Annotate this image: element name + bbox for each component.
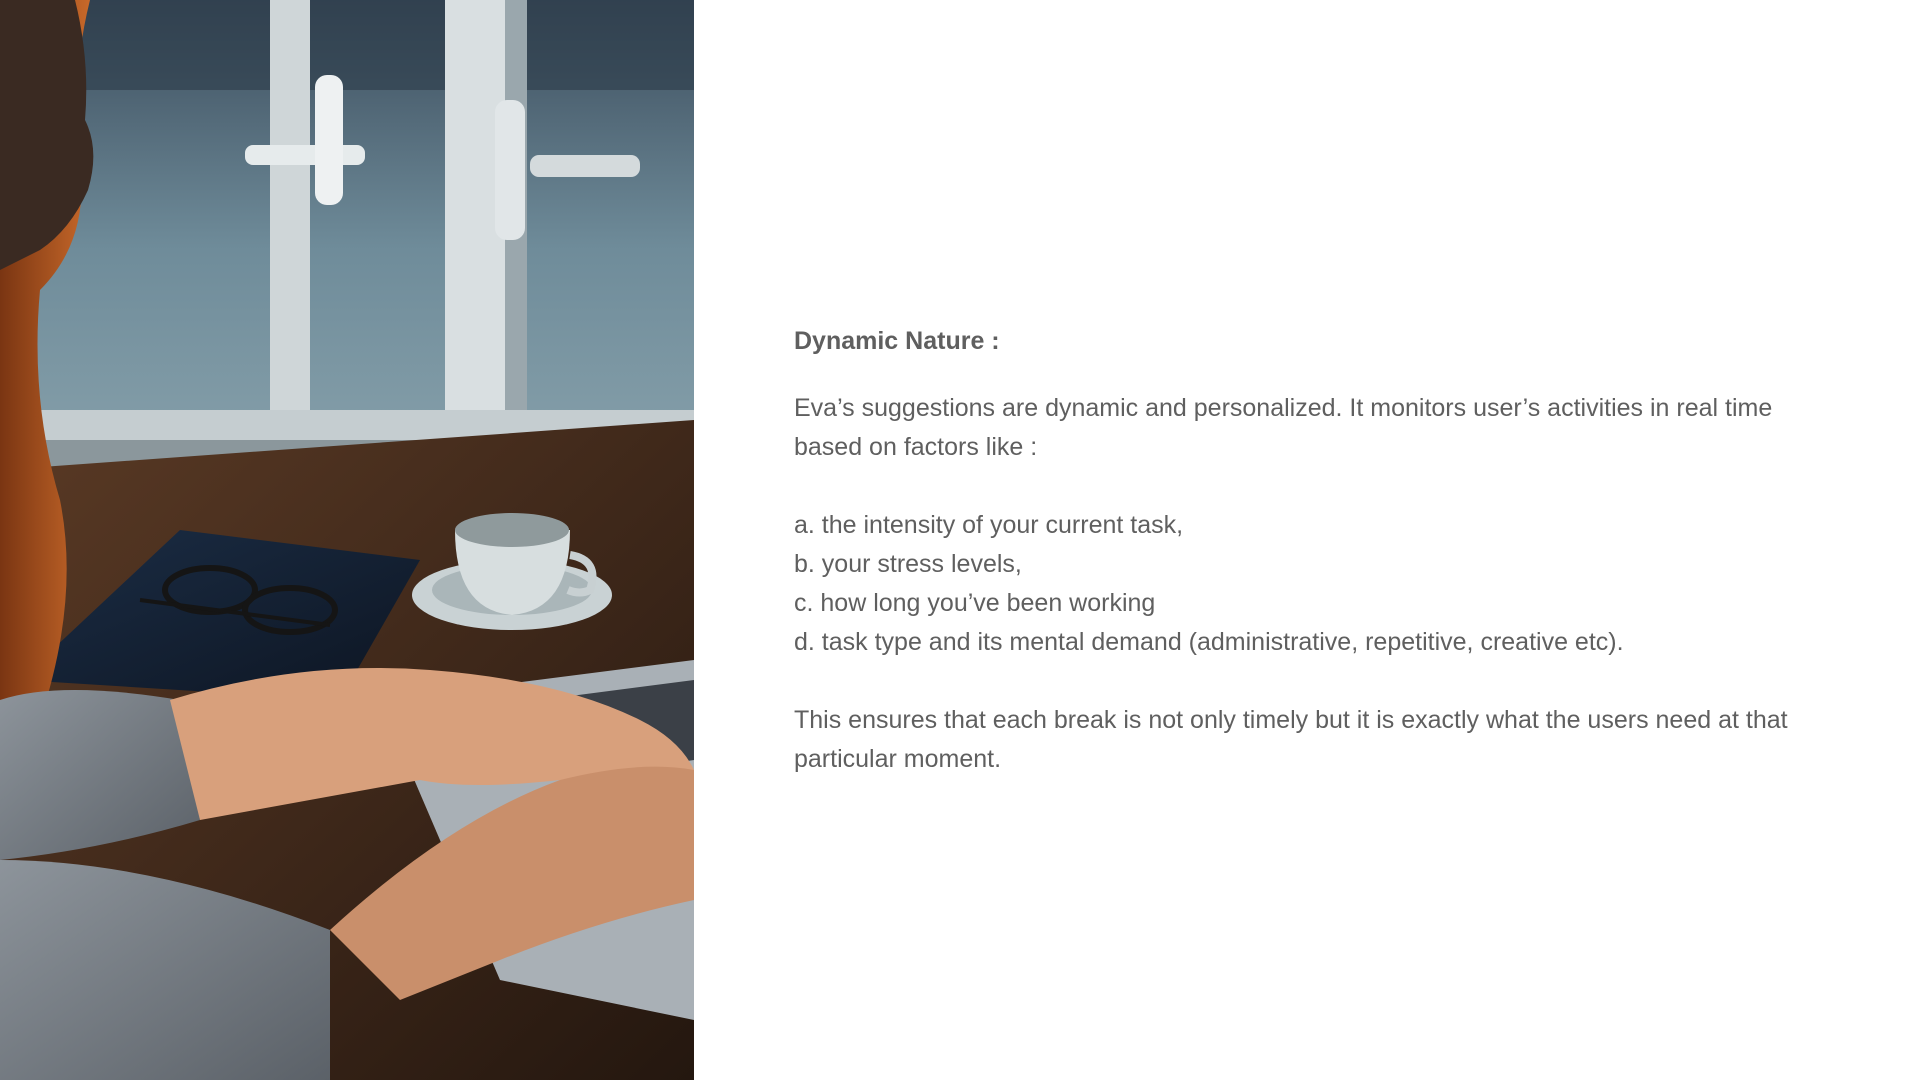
factor-item: d. task type and its mental demand (admi… [794,628,1624,656]
intro-paragraph: Eva’s suggestions are dynamic and person… [794,394,1773,461]
slide: Dynamic Nature : Eva’s suggestions are d… [0,0,1920,1080]
conclusion-paragraph: This ensures that each break is not only… [794,706,1788,773]
factors-list: a. the intensity of your current task, b… [794,506,1804,662]
content-block: Dynamic Nature : Eva’s suggestions are d… [794,322,1804,779]
photo-illustration [0,0,694,1080]
factor-item: c. how long you’ve been working [794,589,1156,617]
photo-woman-laptop [0,0,694,1080]
factor-item: b. your stress levels, [794,550,1022,578]
factor-item: a. the intensity of your current task, [794,511,1184,539]
section-heading: Dynamic Nature : [794,327,1000,355]
text-panel: Dynamic Nature : Eva’s suggestions are d… [694,0,1920,1080]
